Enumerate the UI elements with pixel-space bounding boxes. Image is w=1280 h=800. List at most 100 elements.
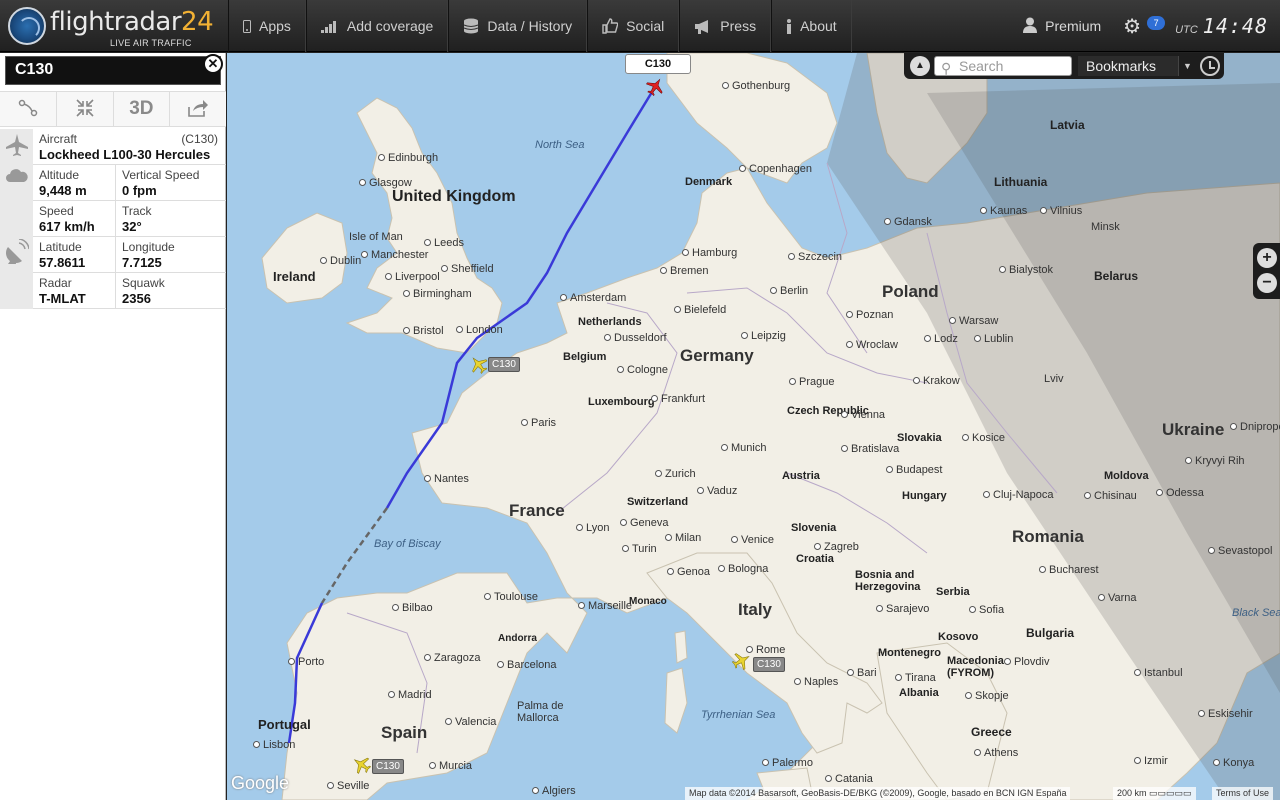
map-label-city: Isle of Man <box>349 231 403 243</box>
map-label-city: Lodz <box>924 333 958 345</box>
map-label-city: Zagreb <box>814 541 859 553</box>
bookmarks-caret-button[interactable]: ▼ <box>1178 56 1196 76</box>
zoom-out-button[interactable]: − <box>1257 273 1277 293</box>
flight-trail-estimated <box>320 507 389 604</box>
settings-button[interactable]: ⚙ 7 <box>1115 0 1171 52</box>
info-icon <box>786 18 792 34</box>
map-label-city: Porto <box>288 656 324 668</box>
speed-label: Speed <box>39 204 74 218</box>
map-view[interactable]: C130 C130 C130 C130 United Kingdom Irela… <box>227 53 1280 800</box>
altitude-row: Altitude 9,448 m Vertical Speed 0 fpm <box>33 165 226 201</box>
map-label-city: Rome <box>746 644 785 656</box>
map-label-country: United Kingdom <box>392 188 516 205</box>
collapse-button[interactable] <box>56 92 114 126</box>
user-icon <box>1023 17 1038 36</box>
terms-of-use-link[interactable]: Terms of Use <box>1212 787 1274 800</box>
show-route-button[interactable] <box>0 92 57 126</box>
history-clock-button[interactable] <box>1200 56 1220 76</box>
map-label-city: Nantes <box>424 473 469 485</box>
map-label-country: Switzerland <box>627 496 689 508</box>
map-label-city: Dublin <box>320 255 361 267</box>
selected-flight-callout[interactable]: C130 <box>625 54 691 74</box>
map-label-city: Cologne <box>617 364 668 376</box>
map-label-city: Sevastopol <box>1208 545 1272 557</box>
cell-divider <box>115 201 116 237</box>
premium-button[interactable]: Premium <box>1009 0 1115 52</box>
speed-value: 617 km/h <box>39 219 95 234</box>
nav-data-history[interactable]: Data / History <box>448 0 588 52</box>
nav-social[interactable]: Social <box>587 0 680 52</box>
map-scale: 200 km ▭▭▭▭▭ <box>1113 787 1196 800</box>
aircraft-code: (C130) <box>181 132 218 146</box>
map-label-city: Catania <box>825 773 873 785</box>
map-label-country: Bosnia and Herzegovina <box>855 569 921 593</box>
map-label-city: Bialystok <box>999 264 1053 276</box>
map-label-city: Leipzig <box>741 330 786 342</box>
nav-about[interactable]: About <box>771 0 852 52</box>
map-label-city: Chisinau <box>1084 490 1137 502</box>
share-button[interactable] <box>170 92 226 126</box>
close-panel-button[interactable]: ✕ <box>203 54 223 74</box>
nav-press[interactable]: Press <box>679 0 772 52</box>
search-icon: ⚲ <box>941 60 952 76</box>
map-label-city: Zaragoza <box>424 652 480 664</box>
google-logo[interactable]: Google <box>231 773 289 794</box>
top-navigation-bar: flightradar24 LIVE AIR TRAFFIC Apps Add … <box>0 0 1280 52</box>
map-label-city: Valencia <box>445 716 496 728</box>
map-label-country: Poland <box>882 282 939 301</box>
flightradar24-logo[interactable]: flightradar24 LIVE AIR TRAFFIC <box>6 5 214 49</box>
latitude-value: 57.8611 <box>39 255 86 270</box>
map-label-city: Varna <box>1098 592 1137 604</box>
map-label-city: Lviv <box>1044 373 1064 385</box>
map-label-city: Izmir <box>1134 755 1168 767</box>
map-label-city: Frankfurt <box>651 393 705 405</box>
gear-icon: ⚙ <box>1123 15 1142 38</box>
corsica-island <box>674 630 688 664</box>
sardinia-island <box>664 667 688 734</box>
latitude-label: Latitude <box>39 240 82 254</box>
collapse-toolbar-button[interactable]: ▲ <box>910 56 930 76</box>
nav-apps[interactable]: Apps <box>228 0 306 52</box>
map-label-city: Bucharest <box>1039 564 1099 576</box>
map-label-city: Geneva <box>620 517 669 529</box>
nav-label: Press <box>720 18 757 34</box>
map-label-city: Zurich <box>655 468 696 480</box>
map-label-country: Latvia <box>1050 118 1085 132</box>
thumbs-up-icon <box>602 18 619 34</box>
notification-badge: 7 <box>1147 16 1166 30</box>
bookmarks-dropdown[interactable]: Bookmarks <box>1078 56 1178 76</box>
vertical-speed-label: Vertical Speed <box>122 168 200 182</box>
flight-toolbar: 3D <box>0 91 226 127</box>
radar-row: Radar T-MLAT Squawk 2356 <box>33 273 226 309</box>
track-value: 32° <box>122 219 142 234</box>
map-label-country: Macedonia (FYROM) <box>947 655 1004 679</box>
map-label-city: Bari <box>847 667 877 679</box>
map-label-city: Genoa <box>667 566 710 578</box>
position-row: Latitude 57.8611 Longitude 7.7125 <box>33 237 226 273</box>
zoom-in-button[interactable]: + <box>1257 248 1277 268</box>
database-icon <box>463 18 479 34</box>
map-label-city: Vilnius <box>1040 205 1082 217</box>
aircraft-tag[interactable]: C130 <box>753 657 785 672</box>
aircraft-marker[interactable] <box>350 753 374 777</box>
map-label-country: Serbia <box>936 586 970 598</box>
aircraft-tag[interactable]: C130 <box>372 759 404 774</box>
aircraft-tag[interactable]: C130 <box>488 357 520 372</box>
map-label-city: Seville <box>327 780 369 792</box>
map-label-country: Lithuania <box>994 175 1048 189</box>
close-icon: ✕ <box>207 56 219 71</box>
vertical-speed-value: 0 fpm <box>122 183 157 198</box>
chevron-up-icon: ▲ <box>915 60 925 71</box>
map-label-city: Berlin <box>770 285 808 297</box>
search-input[interactable]: ⚲ Search <box>934 56 1072 76</box>
map-label-city: Lyon <box>576 522 609 534</box>
great-britain-landmass <box>345 97 503 354</box>
share-icon <box>187 99 209 120</box>
map-label-country: Austria <box>782 470 820 482</box>
radar-label: Radar <box>39 276 72 290</box>
route-icon <box>18 98 38 121</box>
map-label-country: France <box>509 501 565 520</box>
view-3d-button[interactable]: 3D <box>113 92 171 126</box>
nav-add-coverage[interactable]: Add coverage <box>305 0 449 52</box>
map-label-city: Vienna <box>841 409 885 421</box>
